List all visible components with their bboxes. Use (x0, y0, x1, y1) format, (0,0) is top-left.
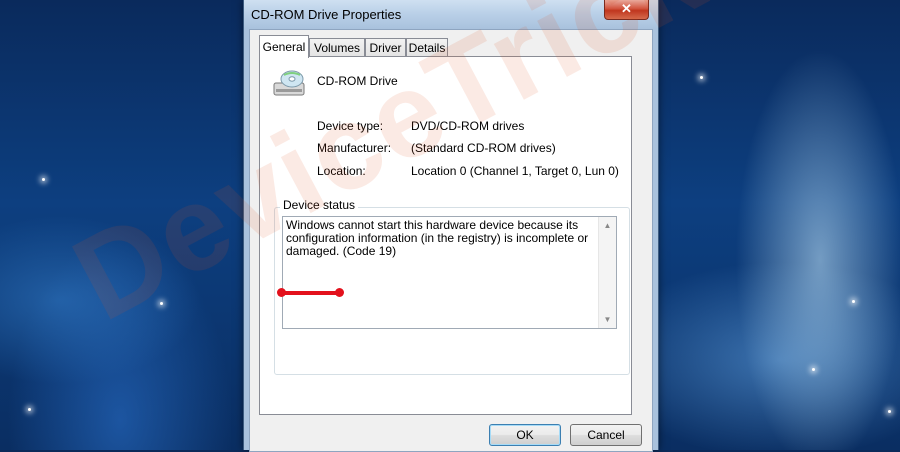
cd-drive-icon (272, 69, 306, 99)
location-label: Location: (317, 164, 366, 178)
scroll-down-arrow-icon[interactable]: ▼ (599, 311, 616, 328)
sparkle (160, 302, 163, 305)
close-icon: ✕ (621, 1, 632, 16)
tab-details[interactable]: Details (406, 38, 448, 57)
status-scrollbar[interactable]: ▲ ▼ (598, 217, 616, 328)
sparkle (888, 410, 891, 413)
device-status-textbox[interactable]: Windows cannot start this hardware devic… (282, 216, 617, 329)
sparkle (812, 368, 815, 371)
close-button[interactable]: ✕ (604, 0, 649, 20)
window-title: CD-ROM Drive Properties (251, 7, 402, 22)
sparkle (28, 408, 31, 411)
dialog-client-area: General Volumes Driver Details CD-ROM Dr… (249, 29, 653, 452)
device-type-value: DVD/CD-ROM drives (411, 119, 525, 133)
code-highlight-underline (281, 291, 341, 295)
sparkle (852, 300, 855, 303)
tab-general[interactable]: General (259, 35, 309, 58)
general-tab-panel: CD-ROM Drive Device type: DVD/CD-ROM dri… (259, 56, 632, 415)
title-bar[interactable]: CD-ROM Drive Properties ✕ (244, 0, 658, 29)
location-value: Location 0 (Channel 1, Target 0, Lun 0) (411, 164, 619, 178)
device-name: CD-ROM Drive (317, 74, 398, 88)
highlight-dot-end (335, 288, 344, 297)
tab-driver[interactable]: Driver (365, 38, 406, 57)
sparkle (700, 76, 703, 79)
sparkle (42, 178, 45, 181)
scroll-up-arrow-icon[interactable]: ▲ (599, 217, 616, 234)
manufacturer-value: (Standard CD-ROM drives) (411, 141, 556, 155)
device-status-label: Device status (280, 198, 359, 212)
highlight-dot-start (277, 288, 286, 297)
ok-button[interactable]: OK (489, 424, 561, 446)
manufacturer-label: Manufacturer: (317, 141, 392, 155)
cancel-button[interactable]: Cancel (570, 424, 642, 446)
device-status-text: Windows cannot start this hardware devic… (286, 218, 589, 258)
tab-volumes[interactable]: Volumes (309, 38, 365, 57)
properties-dialog: CD-ROM Drive Properties ✕ General Volume… (243, 0, 659, 452)
device-type-label: Device type: (317, 119, 384, 133)
